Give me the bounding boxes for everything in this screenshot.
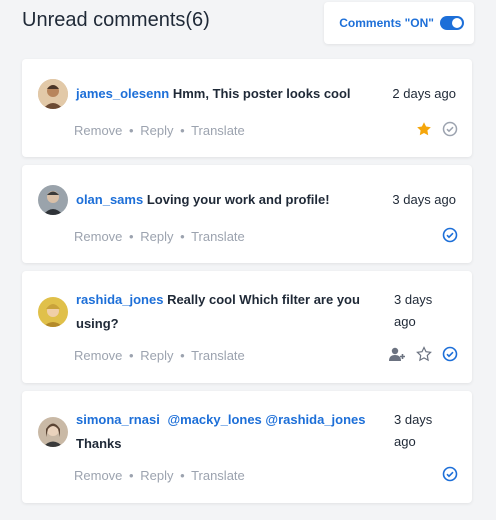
comments-toggle[interactable]: Comments "ON"	[324, 2, 474, 44]
separator: •	[180, 468, 185, 483]
avatar[interactable]	[38, 417, 68, 447]
separator: •	[129, 229, 134, 244]
translate-link[interactable]: Translate	[191, 123, 245, 138]
check-circle-blue-icon[interactable]	[442, 227, 458, 243]
separator: •	[180, 123, 185, 138]
reply-link[interactable]: Reply	[140, 468, 173, 483]
separator: •	[129, 123, 134, 138]
comment-card: james_olesenn Hmm, This poster looks coo…	[22, 59, 472, 157]
remove-link[interactable]: Remove	[74, 229, 122, 244]
check-circle-blue-icon[interactable]	[442, 346, 458, 362]
check-circle-grey-icon[interactable]	[442, 121, 458, 137]
check-circle-blue-icon[interactable]	[442, 466, 458, 482]
comment-icons	[416, 121, 458, 137]
comment-time-line2: ago	[394, 314, 416, 329]
translate-link[interactable]: Translate	[191, 229, 245, 244]
comment-text: rashida_jones Really cool Which filter a…	[76, 288, 386, 336]
comment-time-line1: 3 days	[394, 412, 433, 427]
avatar[interactable]	[38, 185, 68, 215]
translate-link[interactable]: Translate	[191, 348, 245, 363]
comment-icons	[442, 227, 458, 243]
comment-icons	[442, 466, 458, 482]
reply-link[interactable]: Reply	[140, 348, 173, 363]
comment-body: Loving your work and profile!	[146, 192, 330, 207]
comment-text: simona_rnasi @macky_lones @rashida_jones…	[76, 408, 386, 456]
mention-links[interactable]: @macky_lones @rashida_jones	[167, 412, 365, 427]
comment-card: olan_sams Loving your work and profile! …	[22, 165, 472, 263]
comment-time: 2 days ago	[392, 86, 456, 101]
toggle-knob	[452, 18, 462, 28]
comment-actions: Remove • Reply • Translate	[74, 468, 245, 483]
comment-card: simona_rnasi @macky_lones @rashida_jones…	[22, 391, 472, 503]
comment-actions: Remove • Reply • Translate	[74, 123, 245, 138]
comment-icons	[388, 346, 458, 362]
username-link[interactable]: james_olesenn	[76, 86, 169, 101]
comment-actions: Remove • Reply • Translate	[74, 348, 245, 363]
translate-link[interactable]: Translate	[191, 468, 245, 483]
star-filled-icon[interactable]	[416, 121, 432, 137]
username-link[interactable]: simona_rnasi	[76, 412, 160, 427]
comment-time: 3 days ago	[394, 409, 456, 453]
toggle-switch[interactable]	[440, 16, 464, 30]
comment-body-continued: using?	[76, 316, 119, 331]
add-user-icon[interactable]	[388, 346, 406, 362]
username-link[interactable]: olan_sams	[76, 192, 143, 207]
comment-body: Thanks	[76, 436, 122, 451]
separator: •	[180, 229, 185, 244]
comment-time-line2: ago	[394, 434, 416, 449]
comment-body: Really cool Which filter are you	[167, 292, 360, 307]
star-outline-icon[interactable]	[416, 346, 432, 362]
comment-text: olan_sams Loving your work and profile!	[76, 188, 330, 212]
avatar[interactable]	[38, 297, 68, 327]
comment-text: james_olesenn Hmm, This poster looks coo…	[76, 82, 351, 106]
reply-link[interactable]: Reply	[140, 229, 173, 244]
avatar[interactable]	[38, 79, 68, 109]
username-link[interactable]: rashida_jones	[76, 292, 163, 307]
comment-time: 3 days ago	[394, 289, 456, 333]
comment-card: rashida_jones Really cool Which filter a…	[22, 271, 472, 383]
comment-time: 3 days ago	[392, 192, 456, 207]
separator: •	[180, 348, 185, 363]
comments-toggle-label: Comments "ON"	[339, 16, 434, 30]
remove-link[interactable]: Remove	[74, 468, 122, 483]
comment-time-line1: 3 days	[394, 292, 433, 307]
separator: •	[129, 468, 134, 483]
reply-link[interactable]: Reply	[140, 123, 173, 138]
remove-link[interactable]: Remove	[74, 348, 122, 363]
page-title: Unread comments(6)	[22, 9, 210, 31]
remove-link[interactable]: Remove	[74, 123, 122, 138]
separator: •	[129, 348, 134, 363]
comment-body: Hmm, This poster looks cool	[172, 86, 351, 101]
header: Unread comments(6) Comments "ON"	[22, 2, 474, 44]
comment-actions: Remove • Reply • Translate	[74, 229, 245, 244]
